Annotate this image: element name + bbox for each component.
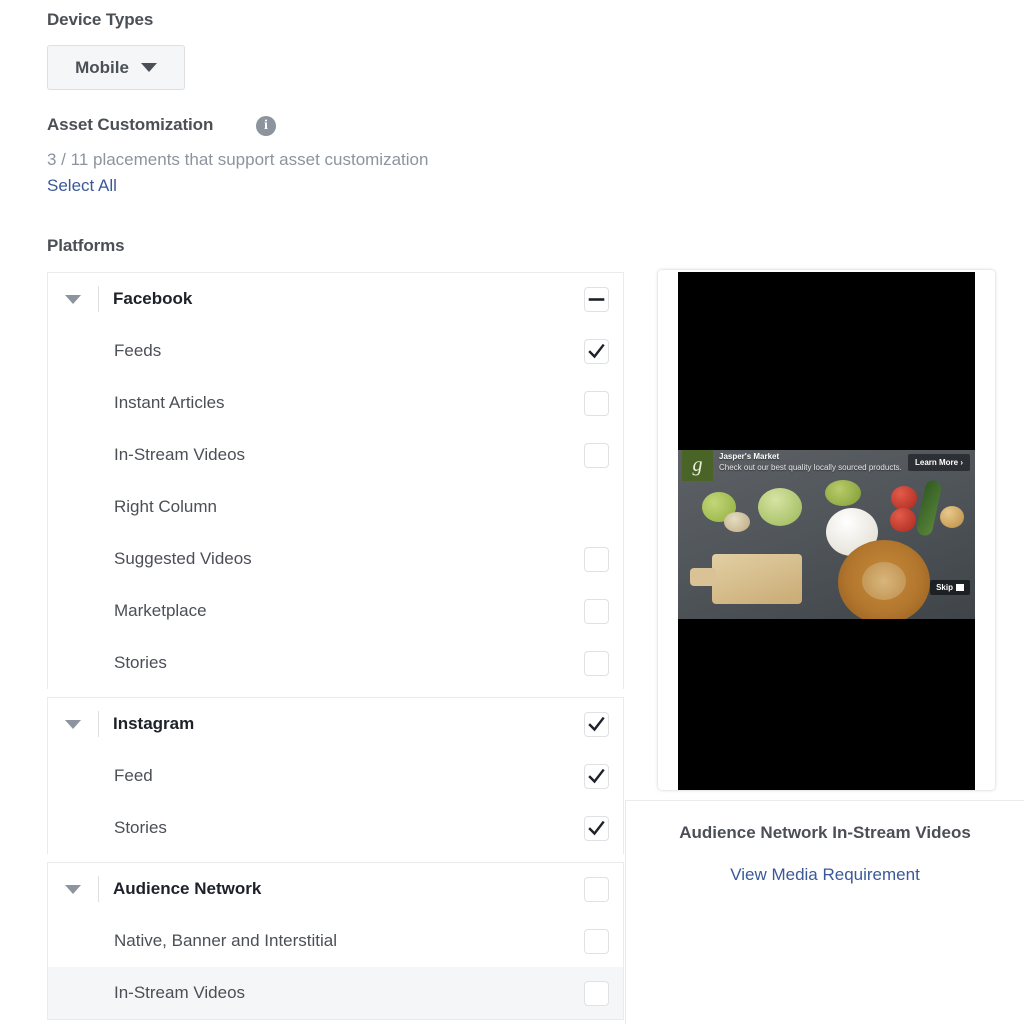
preview-pane: g Jasper's Market Check out our best qua…: [624, 0, 1024, 1024]
placement-row[interactable]: Feeds: [48, 325, 623, 377]
phone-screen: g Jasper's Market Check out our best qua…: [678, 272, 975, 790]
placement-checkbox[interactable]: [584, 763, 609, 789]
platform-group-checkbox[interactable]: [584, 286, 609, 312]
placement-checkbox[interactable]: [584, 442, 609, 468]
placement-checkbox[interactable]: [584, 980, 609, 1006]
chevron-down-icon: [140, 63, 157, 72]
food-onion: [940, 506, 964, 528]
placement-row[interactable]: Native, Banner and Interstitial: [48, 915, 623, 967]
platform-group-header[interactable]: Facebook: [48, 273, 623, 325]
placement-label: Feeds: [114, 341, 162, 360]
placement-label: Instant Articles: [114, 393, 225, 412]
ad-header: g Jasper's Market Check out our best qua…: [678, 450, 975, 481]
placement-row[interactable]: In-Stream Videos: [48, 967, 623, 1019]
asset-customization-title: Asset Customization: [47, 115, 214, 134]
food-tomato-2: [890, 508, 916, 532]
placement-checkbox[interactable]: [584, 928, 609, 954]
preview-caption: Audience Network In-Stream Videos View M…: [625, 800, 1024, 1024]
platform-group-header[interactable]: Audience Network: [48, 863, 623, 915]
skip-button[interactable]: Skip: [930, 580, 970, 595]
food-cucumber: [915, 478, 943, 538]
placement-label: Stories: [114, 653, 167, 672]
learn-more-button[interactable]: Learn More ›: [907, 454, 970, 471]
platform-group-header[interactable]: Instagram: [48, 698, 623, 750]
divider: [98, 711, 99, 737]
placement-row[interactable]: Right Column: [48, 481, 623, 533]
placement-row[interactable]: In-Stream Videos: [48, 429, 623, 481]
placement-label: Suggested Videos: [114, 549, 252, 568]
brand-logo-icon: g: [682, 450, 713, 481]
ad-brand-name: Jasper's Market: [719, 452, 780, 461]
placement-checkbox[interactable]: [584, 598, 609, 624]
chevron-down-icon[interactable]: [65, 719, 81, 729]
platform-group-label: Facebook: [113, 289, 193, 308]
placement-checkbox[interactable]: [584, 650, 609, 676]
placement-row[interactable]: Feed: [48, 750, 623, 802]
placement-checkbox[interactable]: [584, 390, 609, 416]
placements-count-text: 3 / 11 placements that support asset cus…: [47, 150, 429, 169]
placement-row[interactable]: Stories: [48, 802, 623, 854]
placements-editor: Device Types Mobile Asset Customization …: [0, 0, 1024, 1024]
skip-forward-icon: [956, 584, 964, 591]
placement-label: Right Column: [114, 497, 217, 516]
placement-label: In-Stream Videos: [114, 445, 246, 464]
placement-checkbox[interactable]: [584, 546, 609, 572]
placement-label: Native, Banner and Interstitial: [114, 931, 338, 950]
platform-group: Facebook Feeds Instant Articles In-Stream V…: [47, 272, 624, 689]
bowl-contents: [862, 562, 906, 600]
device-type-dropdown[interactable]: Mobile: [47, 45, 185, 90]
divider: [98, 876, 99, 902]
placement-checkbox[interactable]: [584, 338, 609, 364]
platforms-title: Platforms: [47, 236, 125, 255]
placement-row[interactable]: Suggested Videos: [48, 533, 623, 585]
food-peas-bowl: [825, 480, 861, 506]
ad-creative: g Jasper's Market Check out our best qua…: [678, 450, 975, 619]
food-bowl-nuts: [724, 512, 750, 532]
device-types-title: Device Types: [47, 10, 154, 29]
skip-label: Skip: [936, 583, 953, 592]
platform-group-checkbox[interactable]: [584, 876, 609, 902]
divider: [98, 286, 99, 312]
platform-group-label: Audience Network: [113, 879, 262, 898]
chevron-down-icon[interactable]: [65, 884, 81, 894]
select-all-link[interactable]: Select All: [47, 176, 117, 196]
info-icon[interactable]: i: [256, 116, 276, 136]
ad-description: Check out our best quality locally sourc…: [719, 463, 902, 472]
placement-label: Marketplace: [114, 601, 207, 620]
device-type-value: Mobile: [75, 57, 129, 77]
placement-label: In-Stream Videos: [114, 983, 246, 1002]
cutting-board-handle: [690, 568, 716, 586]
wooden-bowl: [838, 540, 930, 619]
food-lettuce: [758, 488, 802, 526]
view-media-requirement-link[interactable]: View Media Requirement: [626, 865, 1024, 885]
preview-title: Audience Network In-Stream Videos: [679, 823, 971, 842]
placement-label: Feed: [114, 766, 153, 785]
placement-row[interactable]: Instant Articles: [48, 377, 623, 429]
placement-label: Stories: [114, 818, 167, 837]
placement-row[interactable]: Stories: [48, 637, 623, 689]
platform-group-label: Instagram: [113, 714, 195, 733]
platform-group: Instagram Feed Stories: [47, 697, 624, 854]
placement-checkbox[interactable]: [584, 815, 609, 841]
platform-group: Audience Network Native, Banner and Inter…: [47, 862, 624, 1020]
platform-group-checkbox[interactable]: [584, 711, 609, 737]
platform-list: Facebook Feeds Instant Articles In-Stream V…: [47, 272, 624, 1020]
chevron-down-icon[interactable]: [65, 294, 81, 304]
cutting-board: [690, 554, 802, 604]
phone-mockup: g Jasper's Market Check out our best qua…: [658, 270, 995, 790]
food-tomato-1: [891, 486, 917, 510]
placement-row[interactable]: Marketplace: [48, 585, 623, 637]
